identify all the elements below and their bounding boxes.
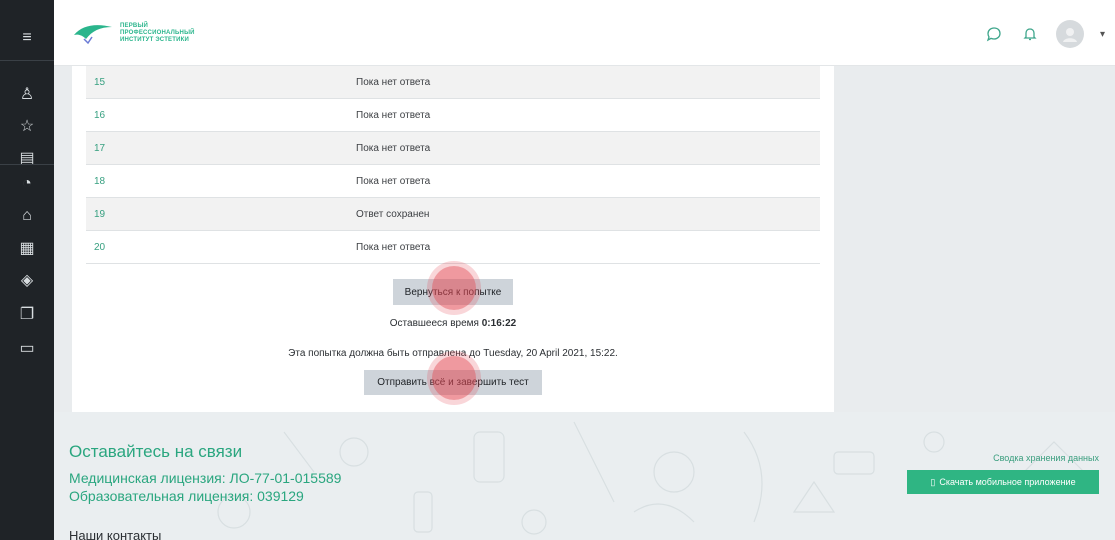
deadline-text: Эта попытка должна быть отправлена до Tu…	[288, 348, 618, 359]
bell-icon[interactable]	[1020, 23, 1040, 45]
question-status: Пока нет ответа	[356, 142, 431, 154]
logo-mark-icon	[74, 25, 112, 45]
messages-icon[interactable]	[984, 23, 1004, 45]
question-number-link[interactable]: 20	[86, 242, 356, 253]
download-app-label: Скачать мобильное приложение	[939, 477, 1076, 487]
mobile-phone-icon: ▯	[930, 476, 936, 487]
sidebar-divider	[0, 60, 54, 61]
badges-icon[interactable]: ♙	[0, 78, 54, 110]
logo-text: ПЕРВЫЙ ПРОФЕССИОНАЛЬНЫЙ ИНСТИТУТ ЭСТЕТИК…	[120, 22, 195, 43]
files-icon[interactable]: ❐	[0, 298, 54, 330]
institute-logo[interactable]: ПЕРВЫЙ ПРОФЕССИОНАЛЬНЫЙ ИНСТИТУТ ЭСТЕТИК…	[72, 14, 222, 52]
time-remaining-label: Оставшееся время	[389, 318, 479, 329]
question-status: Ответ сохранен	[356, 208, 430, 220]
table-row: 15 Пока нет ответа	[86, 66, 820, 99]
top-navbar: ПЕРВЫЙ ПРОФЕССИОНАЛЬНЫЙ ИНСТИТУТ ЭСТЕТИК…	[54, 0, 1115, 66]
download-app-button[interactable]: ▯ Скачать мобильное приложение	[907, 470, 1099, 494]
question-number-link[interactable]: 17	[86, 143, 356, 154]
question-number-link[interactable]: 19	[86, 209, 356, 220]
question-status: Пока нет ответа	[356, 109, 431, 121]
graduation-cap-icon[interactable]: ◈	[0, 264, 54, 296]
table-row: 18 Пока нет ответа	[86, 165, 820, 198]
folder-icon[interactable]: ▭	[0, 332, 54, 364]
calendar-icon[interactable]: ▦	[0, 232, 54, 264]
table-row: 17 Пока нет ответа	[86, 132, 820, 165]
dashboard-icon[interactable]: ◔	[0, 168, 54, 200]
star-icon[interactable]: ☆	[0, 110, 54, 142]
return-to-attempt-button[interactable]: Вернуться к попытке	[393, 279, 513, 305]
table-row: 16 Пока нет ответа	[86, 99, 820, 132]
navbar-actions: ▾	[984, 20, 1105, 48]
quiz-summary-card: 15 Пока нет ответа 16 Пока нет ответа 17…	[72, 66, 834, 412]
question-status: Пока нет ответа	[356, 241, 431, 253]
sidebar-divider	[0, 164, 54, 165]
time-remaining: Оставшееся время 0:16:22	[72, 318, 834, 329]
question-status: Пока нет ответа	[356, 175, 431, 187]
question-number-link[interactable]: 15	[86, 77, 356, 88]
table-row: 20 Пока нет ответа	[86, 231, 820, 264]
stay-connected-title: Оставайтесь на связи	[69, 442, 243, 461]
user-avatar[interactable]	[1055, 20, 1084, 48]
page-footer: Оставайтесь на связи Медицинская лицензи…	[54, 412, 1115, 540]
chevron-down-icon[interactable]: ▾	[1100, 29, 1105, 40]
left-sidebar: ≡ ♙ ☆ ▤ ◔ ⌂ ▦ ◈ ❐ ▭	[0, 0, 54, 540]
question-status: Пока нет ответа	[356, 76, 431, 88]
contacts-heading: Наши контакты	[69, 528, 162, 540]
data-retention-summary-link[interactable]: Сводка хранения данных	[993, 453, 1099, 463]
education-license: Образовательная лицензия: 039129	[69, 488, 304, 504]
time-remaining-value: 0:16:22	[481, 318, 517, 329]
question-number-link[interactable]: 18	[86, 176, 356, 187]
medical-license: Медицинская лицензия: ЛО-77-01-015589	[69, 470, 342, 486]
home-icon[interactable]: ⌂	[0, 200, 54, 232]
table-row: 19 Ответ сохранен	[86, 198, 820, 231]
questions-table: 15 Пока нет ответа 16 Пока нет ответа 17…	[86, 66, 820, 264]
menu-icon[interactable]: ≡	[0, 22, 54, 54]
submit-all-and-finish-button[interactable]: Отправить всё и завершить тест	[364, 370, 542, 395]
question-number-link[interactable]: 16	[86, 110, 356, 121]
